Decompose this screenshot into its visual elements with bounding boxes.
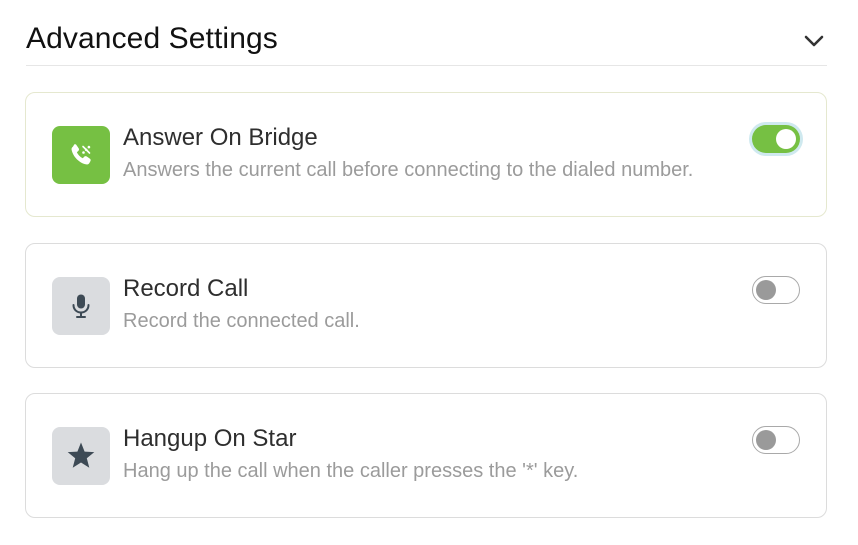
hangup-on-star-toggle[interactable] — [752, 426, 800, 454]
toggle-knob — [755, 429, 776, 450]
phone-bridge-icon — [52, 126, 110, 184]
setting-description: Answers the current call before connecti… — [123, 159, 694, 181]
setting-title: Hangup On Star — [123, 425, 297, 452]
setting-description: Record the connected call. — [123, 310, 360, 332]
setting-card-hangup-on-star: Hangup On Star Hang up the call when the… — [25, 393, 827, 518]
microphone-icon — [52, 277, 110, 335]
toggle-knob — [755, 279, 776, 300]
setting-card-record-call: Record Call Record the connected call. — [25, 243, 827, 368]
record-call-toggle[interactable] — [752, 276, 800, 304]
advanced-settings-header[interactable]: Advanced Settings — [26, 0, 827, 66]
setting-description: Hang up the call when the caller presses… — [123, 460, 579, 482]
setting-card-answer-on-bridge: Answer On Bridge Answers the current cal… — [25, 92, 827, 217]
section-title: Advanced Settings — [26, 22, 278, 55]
setting-title: Record Call — [123, 275, 249, 302]
star-icon — [52, 427, 110, 485]
toggle-knob — [776, 129, 796, 149]
answer-on-bridge-toggle[interactable] — [752, 125, 800, 153]
chevron-down-icon[interactable] — [801, 28, 827, 54]
setting-title: Answer On Bridge — [123, 124, 318, 151]
